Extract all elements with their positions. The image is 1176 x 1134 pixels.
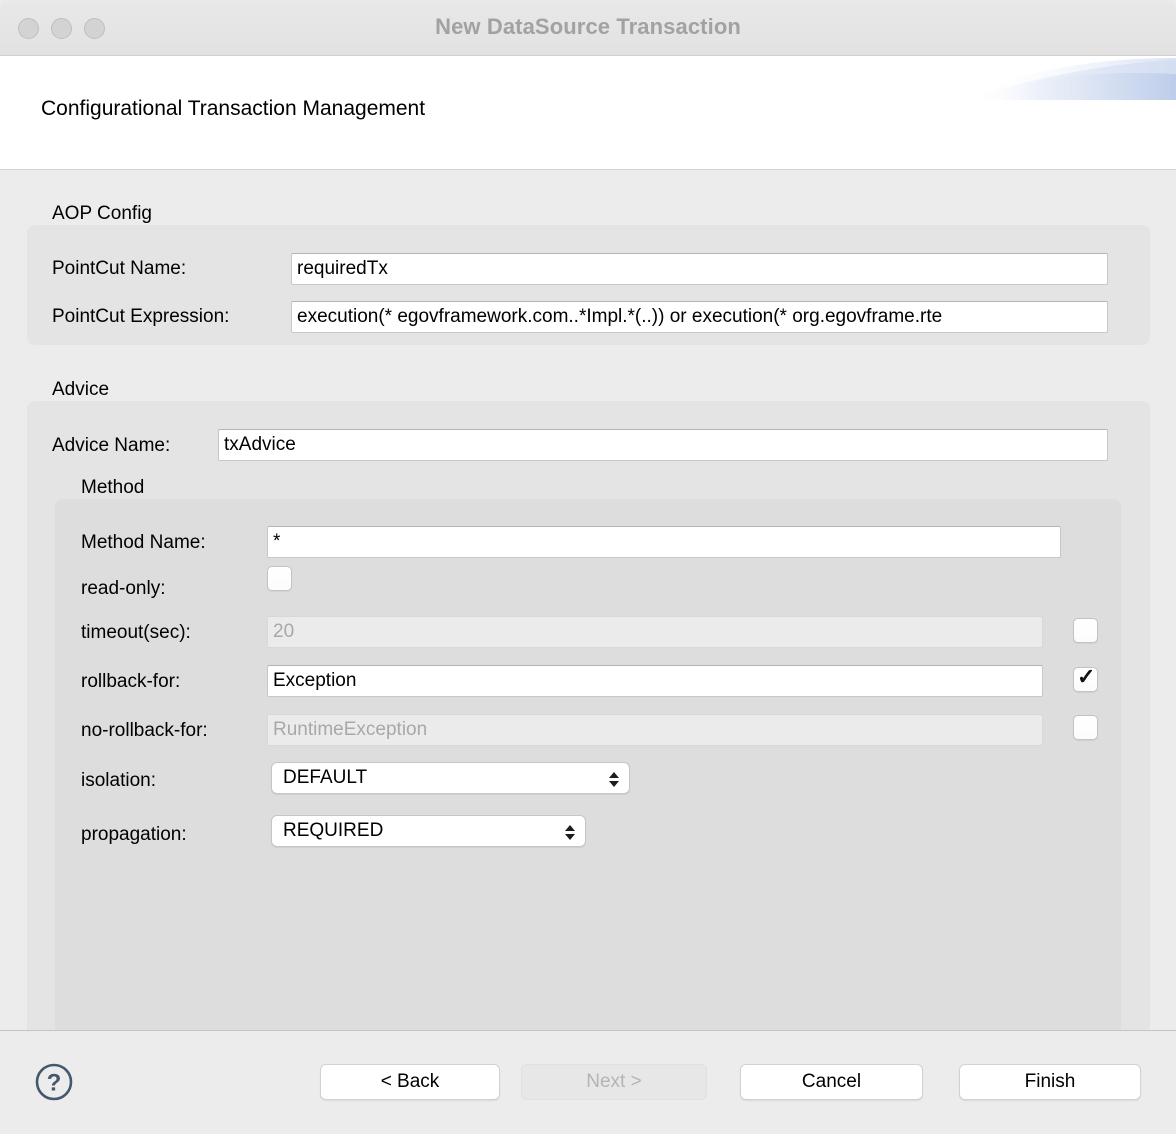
chevron-updown-icon	[564, 816, 576, 848]
advice-group-label: Advice	[52, 379, 109, 401]
svg-text:?: ?	[47, 1070, 62, 1097]
propagation-label: propagation:	[81, 824, 187, 846]
aop-config-group-label: AOP Config	[52, 203, 152, 225]
advice-name-label: Advice Name:	[52, 435, 170, 457]
propagation-select[interactable]: REQUIRED	[271, 815, 586, 847]
dialog-window: New DataSource Transaction Configuration…	[0, 0, 1176, 1134]
header-banner-graphic	[846, 56, 1176, 131]
pointcut-expression-label: PointCut Expression:	[52, 306, 229, 328]
no-rollback-for-input[interactable]	[267, 714, 1043, 746]
help-icon[interactable]: ?	[35, 1063, 73, 1101]
timeout-enable-checkbox[interactable]	[1073, 618, 1098, 643]
page-title: Configurational Transaction Management	[41, 97, 425, 121]
isolation-label: isolation:	[81, 770, 156, 792]
no-rollback-for-label: no-rollback-for:	[81, 720, 208, 742]
method-name-label: Method Name:	[81, 532, 206, 554]
advice-name-input[interactable]	[218, 429, 1108, 461]
isolation-select[interactable]: DEFAULT	[271, 762, 630, 794]
timeout-input[interactable]	[267, 616, 1043, 648]
title-bar: New DataSource Transaction	[0, 0, 1176, 56]
next-button[interactable]: Next >	[521, 1064, 707, 1100]
isolation-value: DEFAULT	[283, 767, 367, 788]
cancel-button[interactable]: Cancel	[740, 1064, 923, 1100]
back-button[interactable]: < Back	[320, 1064, 500, 1100]
wizard-body: AOP Config PointCut Name: PointCut Expre…	[0, 170, 1176, 1030]
checkmark-icon: ✓	[1077, 664, 1095, 689]
timeout-label: timeout(sec):	[81, 622, 191, 644]
finish-button[interactable]: Finish	[959, 1064, 1141, 1100]
chevron-updown-icon	[608, 763, 620, 795]
read-only-checkbox[interactable]	[267, 566, 292, 591]
method-name-input[interactable]	[267, 526, 1061, 558]
rollback-for-enable-checkbox[interactable]: ✓	[1073, 667, 1098, 692]
propagation-value: REQUIRED	[283, 820, 383, 841]
pointcut-expression-input[interactable]	[291, 301, 1108, 333]
rollback-for-label: rollback-for:	[81, 671, 180, 693]
wizard-header: Configurational Transaction Management	[0, 56, 1176, 170]
no-rollback-for-enable-checkbox[interactable]	[1073, 715, 1098, 740]
method-group-label: Method	[81, 477, 144, 499]
window-title: New DataSource Transaction	[0, 14, 1176, 40]
rollback-for-input[interactable]	[267, 665, 1043, 697]
pointcut-name-label: PointCut Name:	[52, 258, 186, 280]
read-only-label: read-only:	[81, 578, 166, 600]
pointcut-name-input[interactable]	[291, 253, 1108, 285]
